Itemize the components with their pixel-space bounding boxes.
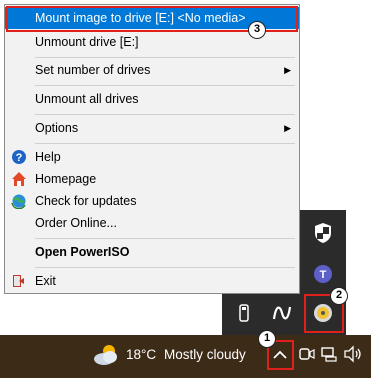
weather-condition[interactable]: Mostly cloudy <box>164 347 246 362</box>
menu-item-label: Options <box>35 121 79 135</box>
menu-item-help[interactable]: ? Help <box>5 146 299 168</box>
usb-drive-icon[interactable] <box>232 301 256 325</box>
menu-item-homepage[interactable]: Homepage <box>5 168 299 190</box>
menu-item-label: Unmount all drives <box>35 92 139 106</box>
callout-badge-2: 2 <box>330 287 348 305</box>
menu-item-label: Homepage <box>35 172 97 186</box>
menu-separator <box>35 57 295 58</box>
menu-item-label: Check for updates <box>35 194 137 208</box>
menu-item-exit[interactable]: Exit <box>5 270 299 292</box>
menu-item-label: Set number of drives <box>35 63 151 77</box>
menu-item-order-online[interactable]: Order Online... <box>5 212 299 234</box>
weather-partly-cloudy-icon[interactable] <box>92 342 120 368</box>
menu-item-label: Order Online... <box>35 216 117 230</box>
menu-separator <box>35 143 295 144</box>
callout-badge-1: 1 <box>258 330 276 348</box>
menu-separator <box>35 238 295 239</box>
help-icon: ? <box>12 150 26 164</box>
menu-item-label: Help <box>35 150 61 164</box>
volume-icon[interactable] <box>343 345 363 363</box>
menu-item-options[interactable]: Options ▶ <box>5 117 299 139</box>
submenu-arrow-icon: ▶ <box>284 123 291 133</box>
menu-item-unmount-all-drives[interactable]: Unmount all drives <box>5 88 299 110</box>
network-icon[interactable] <box>320 345 338 363</box>
menu-item-label: Unmount drive [E:] <box>35 35 139 49</box>
home-icon <box>12 172 26 186</box>
callout-badge-3: 3 <box>248 21 266 39</box>
menu-separator <box>35 114 295 115</box>
update-globe-icon <box>11 194 26 209</box>
menu-separator <box>35 85 295 86</box>
svg-text:T: T <box>320 269 327 281</box>
menu-item-label: Exit <box>35 274 56 288</box>
menu-item-open-poweriso[interactable]: Open PowerISO <box>5 241 299 263</box>
teams-icon[interactable]: T <box>311 262 335 286</box>
svg-text:?: ? <box>16 152 23 164</box>
submenu-arrow-icon: ▶ <box>284 65 291 75</box>
weather-temperature[interactable]: 18°C <box>126 347 156 362</box>
menu-item-set-number-of-drives[interactable]: Set number of drives ▶ <box>5 59 299 81</box>
windows-security-icon[interactable] <box>311 221 335 245</box>
app-wave-icon[interactable] <box>270 301 294 325</box>
menu-item-label: Open PowerISO <box>35 245 130 259</box>
menu-separator <box>35 267 295 268</box>
exit-icon <box>13 275 24 287</box>
poweriso-context-menu: Mount image to drive [E:] <No media> Unm… <box>4 4 300 294</box>
meet-now-icon[interactable] <box>299 345 315 363</box>
menu-item-check-for-updates[interactable]: Check for updates <box>5 190 299 212</box>
